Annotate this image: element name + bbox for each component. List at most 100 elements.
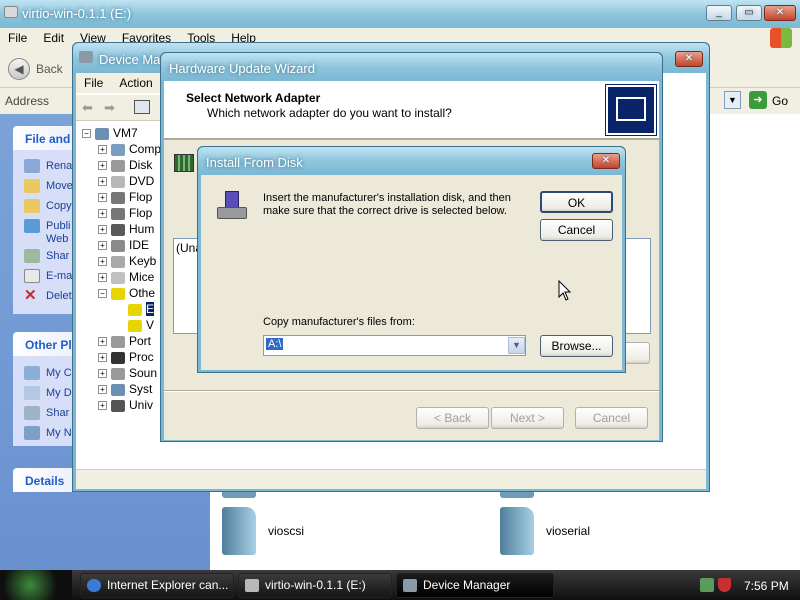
my-computer-icon <box>24 366 40 380</box>
back-button[interactable]: ◀ Back <box>8 56 70 82</box>
tree-item-keyboards[interactable]: + Keyb <box>98 254 168 270</box>
delete-link[interactable]: ✕ Delet <box>24 287 72 305</box>
my-network-link[interactable]: My N <box>24 426 72 442</box>
tree-item-other-devices[interactable]: − Othe <box>98 286 168 302</box>
dm-properties-icon[interactable] <box>134 100 150 114</box>
install-from-disk-dialog: Install From Disk ✕ Insert the manufactu… <box>197 146 626 373</box>
expand-icon[interactable]: + <box>98 161 107 171</box>
dm-menu-action[interactable]: Action <box>111 73 160 93</box>
wizard-cancel-button[interactable]: Cancel <box>575 407 648 429</box>
tree-item-ide[interactable]: + IDE <box>98 238 168 254</box>
rename-link[interactable]: Rena <box>24 159 72 175</box>
expand-icon[interactable]: + <box>98 353 107 363</box>
menu-edit[interactable]: Edit <box>35 28 72 48</box>
other-places-title: Other Pl <box>25 338 72 352</box>
combobox-dropdown-icon[interactable]: ▼ <box>508 337 525 354</box>
collapse-icon[interactable]: − <box>98 289 107 299</box>
dialog-close-button[interactable]: ✕ <box>592 153 620 169</box>
publish-web-link[interactable]: Web <box>46 233 68 249</box>
wizard-heading: Select Network Adapter <box>186 91 321 105</box>
expand-icon[interactable]: + <box>98 193 107 203</box>
expand-icon[interactable]: + <box>98 385 107 395</box>
tree-item-ports[interactable]: + Port <box>98 334 168 350</box>
copy-files-value[interactable]: A:\ <box>266 338 284 350</box>
go-arrow-icon[interactable]: ➜ <box>749 91 767 109</box>
taskbar-item-device-manager[interactable]: Device Manager <box>396 573 554 598</box>
maximize-button[interactable]: ▭ <box>736 5 762 21</box>
wizard-next-button[interactable]: Next > <box>491 407 564 429</box>
explorer-titlebar[interactable]: virtio-win-0.1.1 (E:) _ ▭ ✕ <box>0 0 800 28</box>
copy-link[interactable]: Copy <box>24 199 72 215</box>
device-manager-icon <box>403 579 417 592</box>
email-icon <box>24 269 40 283</box>
tree-item-disk-drives[interactable]: + Disk <box>98 158 168 174</box>
shared-documents-icon <box>24 406 40 420</box>
tree-item-hid[interactable]: + Hum <box>98 222 168 238</box>
share-link[interactable]: Shar <box>24 249 69 265</box>
expand-icon[interactable]: + <box>98 145 107 155</box>
expand-icon[interactable]: + <box>98 401 107 411</box>
share-icon <box>24 249 40 263</box>
security-shield-tray-icon[interactable] <box>718 578 731 592</box>
dialog-cancel-button[interactable]: Cancel <box>540 219 613 241</box>
dm-forward-arrow-icon[interactable]: ➡ <box>104 100 115 116</box>
my-computer-link[interactable]: My C <box>24 366 72 382</box>
tree-root[interactable]: − VM7 <box>82 126 152 142</box>
wizard-back-button[interactable]: < Back <box>416 407 489 429</box>
menu-file[interactable]: File <box>0 28 35 48</box>
folder-vioserial-label[interactable]: vioserial <box>546 524 590 538</box>
expand-icon[interactable]: + <box>98 177 107 187</box>
sound-icon <box>111 367 125 380</box>
floppy-disk-icon <box>217 191 247 221</box>
address-dropdown-icon[interactable]: ▼ <box>724 91 741 109</box>
collapse-icon[interactable]: − <box>82 129 91 139</box>
device-manager-menubar: File Action <box>76 73 166 93</box>
dm-menu-file[interactable]: File <box>76 73 111 93</box>
expand-icon[interactable]: + <box>98 225 107 235</box>
details-title: Details <box>25 474 65 488</box>
tree-item-usb[interactable]: + Univ <box>98 398 168 414</box>
device-manager-close-button[interactable]: ✕ <box>675 51 703 67</box>
start-button[interactable] <box>0 570 72 600</box>
tree-item-floppy-controller[interactable]: + Flop <box>98 190 168 206</box>
folder-vioscsi-label[interactable]: vioscsi <box>268 524 304 538</box>
clock[interactable]: 7:56 PM <box>744 579 789 593</box>
dialog-titlebar[interactable]: Install From Disk ✕ <box>198 147 625 175</box>
tree-item-mice[interactable]: + Mice <box>98 270 168 286</box>
computer-icon <box>111 143 125 156</box>
my-documents-link[interactable]: My D <box>24 386 72 402</box>
expand-icon[interactable]: + <box>98 241 107 251</box>
dm-back-arrow-icon[interactable]: ⬅ <box>82 100 93 116</box>
mouse-icon <box>111 271 125 284</box>
wizard-titlebar[interactable]: Hardware Update Wizard <box>161 53 662 81</box>
tree-item-sound[interactable]: + Soun <box>98 366 168 382</box>
tree-item-processors[interactable]: + Proc <box>98 350 168 366</box>
ok-button[interactable]: OK <box>540 191 613 213</box>
network-tray-icon[interactable] <box>700 578 714 592</box>
tree-item-floppy-drive[interactable]: + Flop <box>98 206 168 222</box>
folder-icon[interactable] <box>500 507 534 555</box>
tree-item-dvd[interactable]: + DVD <box>98 174 168 190</box>
shared-documents-link[interactable]: Shar <box>24 406 69 422</box>
close-button[interactable]: ✕ <box>764 5 796 21</box>
move-link[interactable]: Move <box>24 179 73 195</box>
expand-icon[interactable]: + <box>98 273 107 283</box>
taskbar-item-explorer[interactable]: virtio-win-0.1.1 (E:) <box>238 573 392 598</box>
taskbar-item-internet-explorer[interactable]: Internet Explorer can... <box>80 573 234 598</box>
tree-item-system-devices[interactable]: + Syst <box>98 382 168 398</box>
email-link[interactable]: E-ma <box>24 269 72 285</box>
expand-icon[interactable]: + <box>98 257 107 267</box>
my-network-icon <box>24 426 40 440</box>
expand-icon[interactable]: + <box>98 337 107 347</box>
computer-icon <box>95 127 109 140</box>
browse-button[interactable]: Browse... <box>540 335 613 357</box>
go-button[interactable]: Go <box>772 94 788 108</box>
expand-icon[interactable]: + <box>98 209 107 219</box>
dialog-title: Install From Disk <box>206 155 303 170</box>
expand-icon[interactable]: + <box>98 369 107 379</box>
copy-files-combobox[interactable]: A:\ ▼ <box>263 335 526 356</box>
minimize-button[interactable]: _ <box>706 5 732 21</box>
folder-icon[interactable] <box>222 507 256 555</box>
tree-item-computer[interactable]: + Comp <box>98 142 168 158</box>
delete-x-icon: ✕ <box>24 287 37 304</box>
